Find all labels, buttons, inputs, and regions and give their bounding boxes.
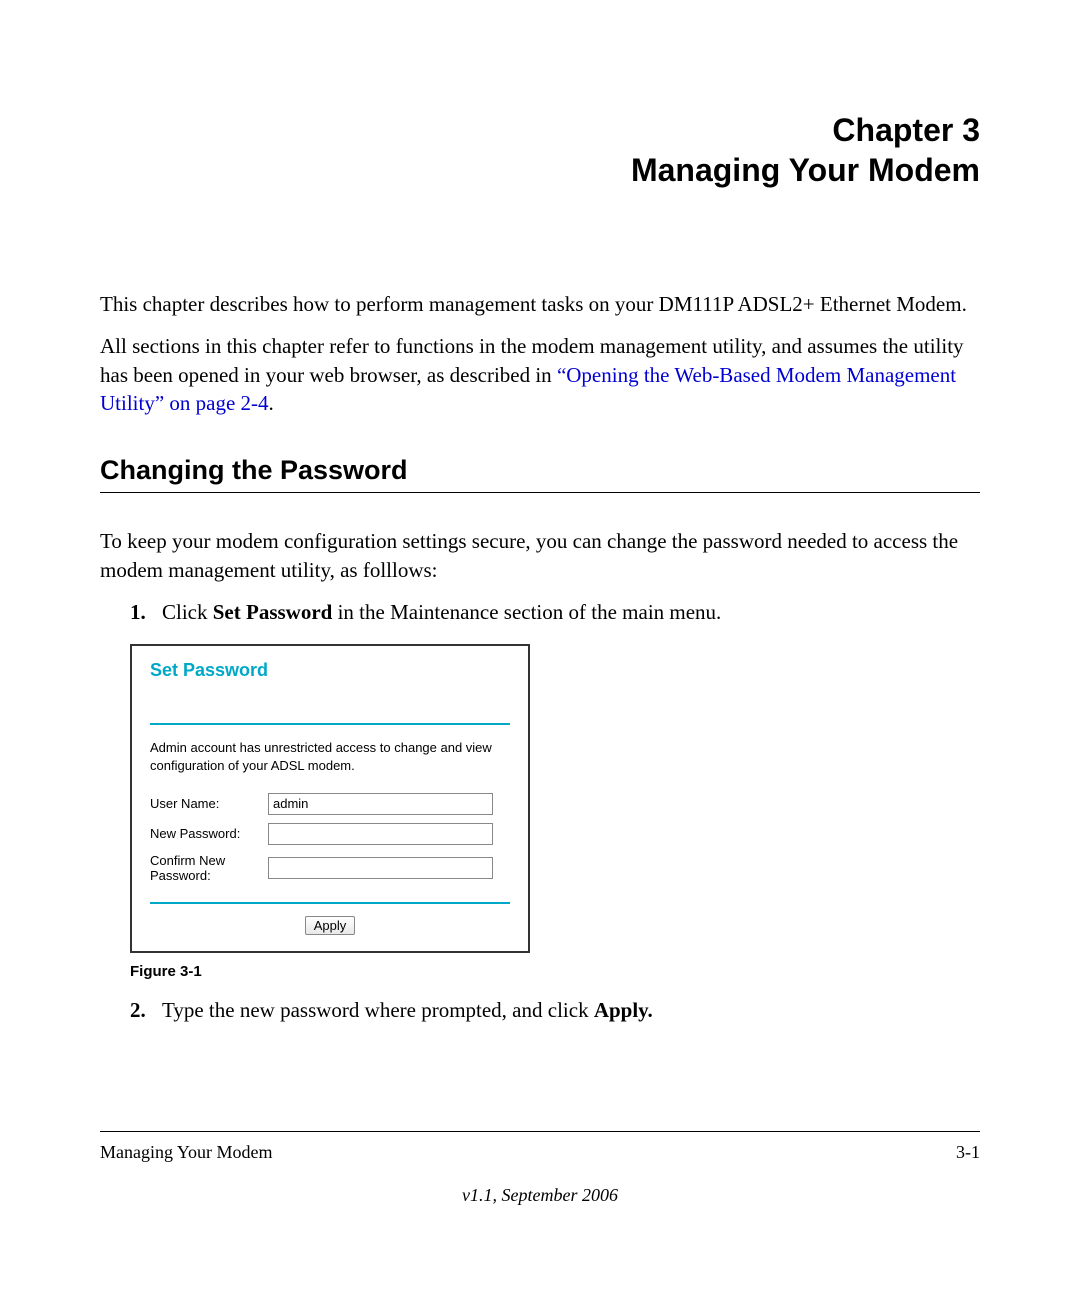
section-rule (100, 492, 980, 493)
panel-top-rule (150, 695, 510, 725)
step-1-number: 1. (130, 598, 162, 626)
username-row: User Name: (150, 793, 510, 815)
intro-paragraph-1: This chapter describes how to perform ma… (100, 290, 980, 318)
set-password-panel: Set Password Admin account has unrestric… (130, 644, 530, 952)
step-2-bold: Apply. (594, 998, 653, 1022)
username-label: User Name: (150, 796, 268, 812)
confirm-password-input[interactable] (268, 857, 493, 879)
confirm-password-row: Confirm New Password: (150, 853, 510, 884)
step-1-text: Click Set Password in the Maintenance se… (162, 598, 980, 626)
figure-caption: Figure 3-1 (130, 963, 980, 980)
new-password-label: New Password: (150, 826, 268, 842)
confirm-password-label: Confirm New Password: (150, 853, 268, 884)
new-password-row: New Password: (150, 823, 510, 845)
step-1-bold: Set Password (213, 600, 333, 624)
panel-description: Admin account has unrestricted access to… (150, 739, 510, 774)
footer-page-number: 3-1 (956, 1142, 980, 1163)
panel-bottom-rule (150, 902, 510, 904)
footer-rule (100, 1131, 980, 1132)
new-password-input[interactable] (268, 823, 493, 845)
intro-p2-text-b: . (269, 391, 274, 415)
footer-version: v1.1, September 2006 (100, 1185, 980, 1206)
username-input[interactable] (268, 793, 493, 815)
chapter-number: Chapter 3 (100, 110, 980, 150)
chapter-title: Chapter 3 Managing Your Modem (100, 110, 980, 190)
step-1-text-a: Click (162, 600, 213, 624)
step-2-text-a: Type the new password where prompted, an… (162, 998, 594, 1022)
chapter-name: Managing Your Modem (100, 150, 980, 190)
step-2: 2. Type the new password where prompted,… (130, 996, 980, 1024)
apply-button[interactable]: Apply (305, 916, 356, 935)
step-2-text: Type the new password where prompted, an… (162, 996, 980, 1024)
page-footer: Managing Your Modem 3-1 v1.1, September … (100, 1131, 980, 1206)
panel-title: Set Password (150, 660, 510, 681)
step-2-number: 2. (130, 996, 162, 1024)
step-1-text-b: in the Maintenance section of the main m… (332, 600, 721, 624)
footer-left: Managing Your Modem (100, 1142, 273, 1163)
section-heading: Changing the Password (100, 455, 980, 486)
intro-paragraph-2: All sections in this chapter refer to fu… (100, 332, 980, 417)
step-1: 1. Click Set Password in the Maintenance… (130, 598, 980, 626)
section-paragraph: To keep your modem configuration setting… (100, 527, 980, 584)
